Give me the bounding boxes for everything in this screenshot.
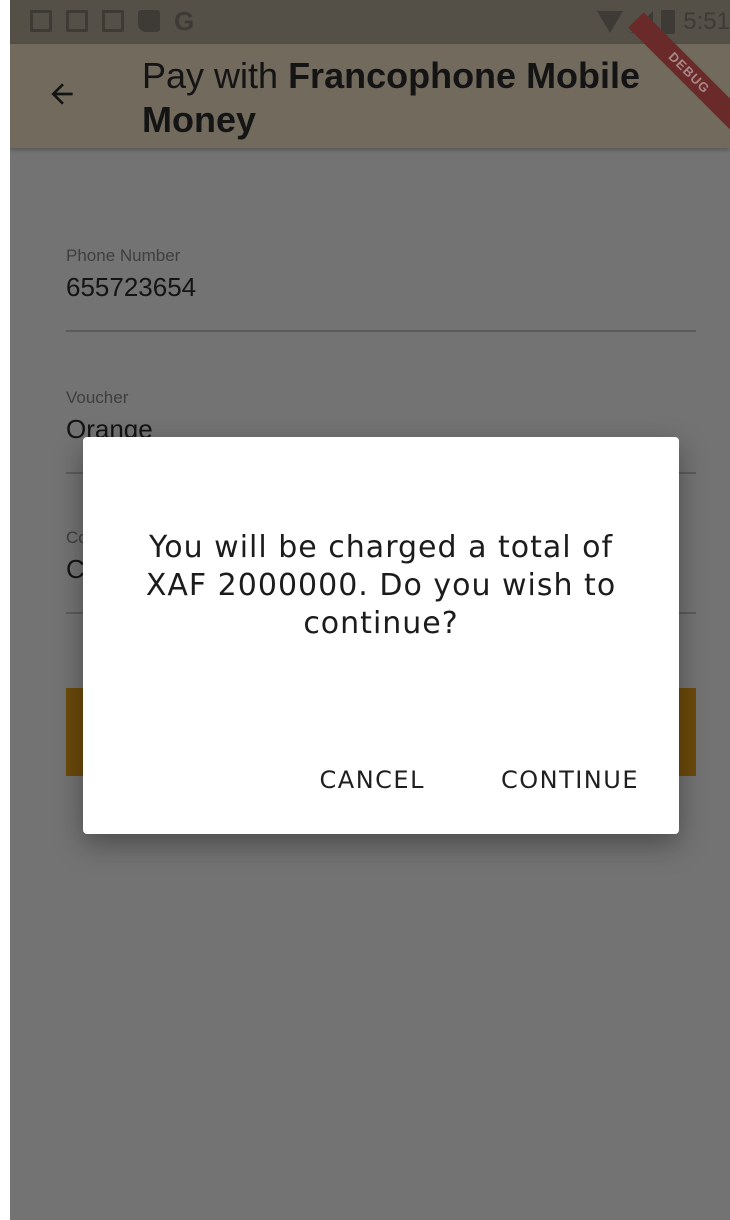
google-icon: G bbox=[174, 6, 195, 36]
dialog-actions: CANCEL CONTINUE bbox=[320, 766, 639, 794]
page-title-prefix: Pay with bbox=[142, 55, 289, 96]
status-icons-left: G bbox=[30, 6, 195, 36]
sd-card-icon bbox=[138, 10, 160, 32]
gmail-icon bbox=[30, 10, 52, 32]
card-icon bbox=[66, 10, 88, 32]
battery-icon bbox=[661, 10, 676, 34]
phone-number-field[interactable]: Phone Number 655723654 bbox=[66, 246, 696, 332]
dialog-message: You will be charged a total of XAF 20000… bbox=[145, 530, 617, 641]
continue-button[interactable]: CONTINUE bbox=[501, 766, 639, 794]
confirm-dialog: You will be charged a total of XAF 20000… bbox=[83, 437, 679, 834]
card-icon bbox=[102, 10, 124, 32]
phone-number-value[interactable]: 655723654 bbox=[66, 272, 696, 303]
status-bar: G 5:51 bbox=[10, 0, 730, 44]
status-clock: 5:51 bbox=[683, 8, 730, 35]
phone-number-label: Phone Number bbox=[66, 246, 181, 265]
screen: G 5:51 Pay with Francophone Mobile Money… bbox=[0, 0, 730, 1220]
wifi-icon bbox=[597, 11, 624, 33]
back-arrow-icon[interactable] bbox=[46, 78, 78, 110]
voucher-label: Voucher bbox=[66, 388, 129, 407]
app-bar: Pay with Francophone Mobile Money DEBUG bbox=[10, 12, 730, 148]
page-title: Pay with Francophone Mobile Money bbox=[142, 54, 682, 142]
cancel-button[interactable]: CANCEL bbox=[320, 766, 425, 794]
